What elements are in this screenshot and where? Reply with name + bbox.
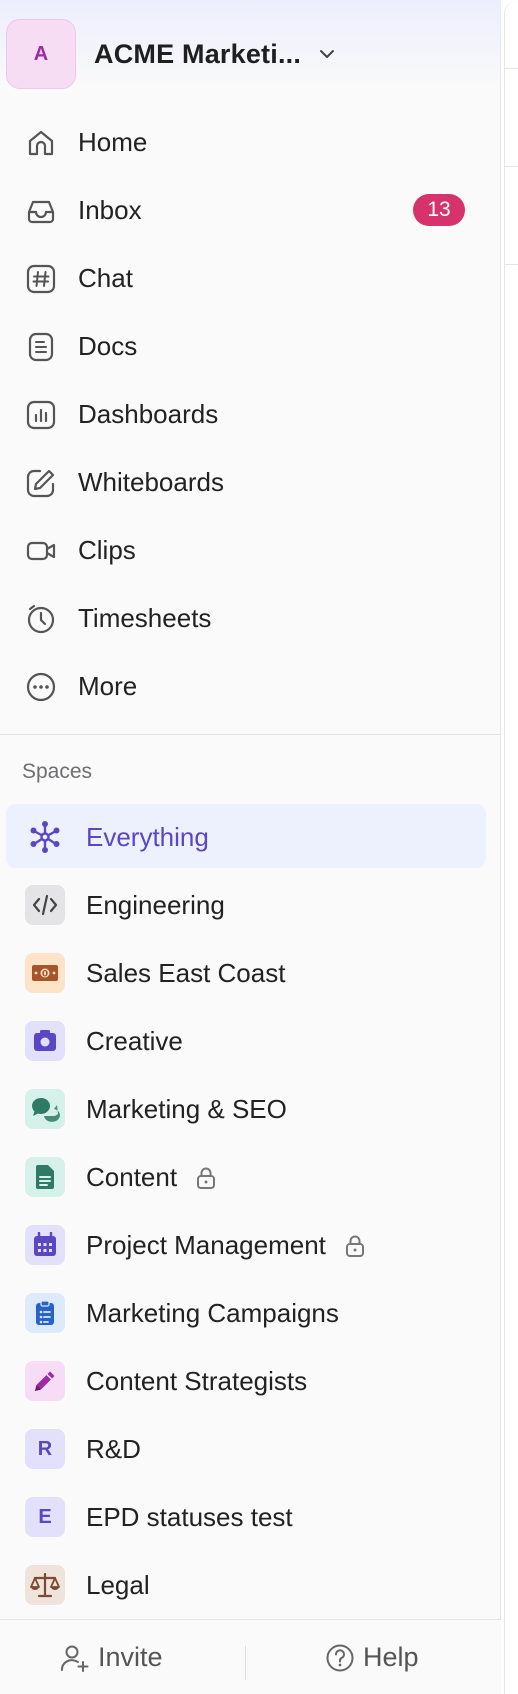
nav-item-dashboards[interactable]: Dashboards [0, 380, 501, 448]
space-label: Content Strategists [86, 1366, 308, 1396]
nav-item-clips[interactable]: Clips [0, 516, 501, 584]
nav-label: Timesheets [78, 602, 212, 633]
spaces-list: Everything Engineering 0 Sales East Coas… [0, 803, 501, 1619]
space-item-marketing-campaigns[interactable]: Marketing Campaigns [0, 1279, 501, 1347]
workspace-name: ACME Marketi... [94, 38, 302, 69]
sidebar: A ACME Marketi... Home Inbox 13 Chat Doc… [0, 0, 501, 1694]
divider [505, 166, 518, 167]
camera-icon [25, 1021, 65, 1061]
nav-label: Inbox [78, 194, 142, 225]
space-label: Content [86, 1161, 217, 1193]
space-label: Legal [86, 1570, 150, 1600]
hash-icon [24, 262, 58, 296]
invite-label: Invite [98, 1642, 163, 1672]
nav-item-whiteboards[interactable]: Whiteboards [0, 448, 501, 516]
divider [505, 68, 518, 69]
space-label: Everything [86, 822, 209, 852]
divider [505, 264, 518, 265]
main-content-edge [502, 0, 518, 1694]
space-label: Marketing & SEO [86, 1094, 287, 1124]
scale-icon [25, 1565, 65, 1605]
active-highlight [6, 804, 486, 868]
pencil-icon [25, 1361, 65, 1401]
space-item-content-strategists[interactable]: Content Strategists [0, 1347, 501, 1415]
space-item-content[interactable]: Content [0, 1143, 501, 1211]
video-icon [24, 534, 58, 568]
space-item-legal[interactable]: Legal [0, 1551, 501, 1619]
space-item-creative[interactable]: Creative [0, 1007, 501, 1075]
nav-item-home[interactable]: Home [0, 108, 501, 176]
workspace-avatar: A [6, 19, 76, 89]
clock-icon [24, 602, 58, 636]
help-label: Help [363, 1642, 419, 1672]
space-label: Project Management [86, 1229, 366, 1261]
everything-icon [25, 817, 65, 857]
clipboard-icon [25, 1293, 65, 1333]
code-icon [25, 885, 65, 925]
pen-square-icon [24, 466, 58, 500]
space-label: EPD statuses test [86, 1502, 293, 1532]
space-item-r-and-d[interactable]: R R&D [0, 1415, 501, 1483]
inbox-icon [24, 194, 58, 228]
home-icon [24, 126, 58, 160]
nav-item-chat[interactable]: Chat [0, 244, 501, 312]
money-icon: 0 [25, 953, 65, 993]
space-item-project-management[interactable]: Project Management [0, 1211, 501, 1279]
space-item-everything[interactable]: Everything [0, 803, 501, 871]
spaces-heading: Spaces [22, 760, 93, 783]
main-nav: Home Inbox 13 Chat Docs Dashboards White… [0, 108, 501, 720]
nav-item-more[interactable]: More [0, 652, 501, 720]
space-item-sales-east-coast[interactable]: 0 Sales East Coast [0, 939, 501, 1007]
doc-icon [24, 330, 58, 364]
letter-avatar: E [25, 1497, 65, 1537]
nav-item-timesheets[interactable]: Timesheets [0, 584, 501, 652]
nav-item-docs[interactable]: Docs [0, 312, 501, 380]
space-label: Engineering [86, 890, 225, 920]
space-label: Marketing Campaigns [86, 1298, 339, 1328]
nav-item-inbox[interactable]: Inbox 13 [0, 176, 501, 244]
svg-text:0: 0 [42, 970, 48, 980]
lock-icon [344, 1233, 366, 1258]
sidebar-footer: Invite Help [0, 1619, 501, 1694]
workspace-switcher[interactable]: A ACME Marketi... [6, 18, 486, 90]
chat-bubbles-icon [25, 1089, 65, 1129]
document-icon [25, 1157, 65, 1197]
space-label: Sales East Coast [86, 958, 286, 988]
help-icon [325, 1643, 355, 1673]
nav-label: More [78, 670, 138, 701]
footer-divider [245, 1646, 246, 1680]
nav-label: Dashboards [78, 398, 219, 429]
letter-avatar: R [25, 1429, 65, 1469]
calendar-icon [25, 1225, 65, 1265]
nav-label: Home [78, 126, 148, 157]
space-label-text: Content [86, 1162, 178, 1192]
space-item-marketing-seo[interactable]: Marketing & SEO [0, 1075, 501, 1143]
add-user-icon [60, 1643, 90, 1673]
invite-button[interactable]: Invite [60, 1620, 163, 1694]
more-icon [24, 670, 58, 704]
main-panel [504, 0, 518, 1694]
lock-icon [195, 1165, 217, 1190]
bar-chart-icon [24, 398, 58, 432]
divider [0, 734, 501, 735]
inbox-count-badge: 13 [413, 194, 465, 226]
chevron-down-icon [317, 44, 337, 64]
nav-label: Chat [78, 262, 133, 293]
space-label-text: Project Management [86, 1230, 326, 1260]
space-item-engineering[interactable]: Engineering [0, 871, 501, 939]
space-label: Creative [86, 1026, 183, 1056]
nav-label: Clips [78, 534, 136, 565]
space-item-epd-statuses-test[interactable]: E EPD statuses test [0, 1483, 501, 1551]
nav-label: Whiteboards [78, 466, 224, 497]
nav-label: Docs [78, 330, 138, 361]
space-label: R&D [86, 1434, 141, 1464]
help-button[interactable]: Help [325, 1620, 419, 1694]
